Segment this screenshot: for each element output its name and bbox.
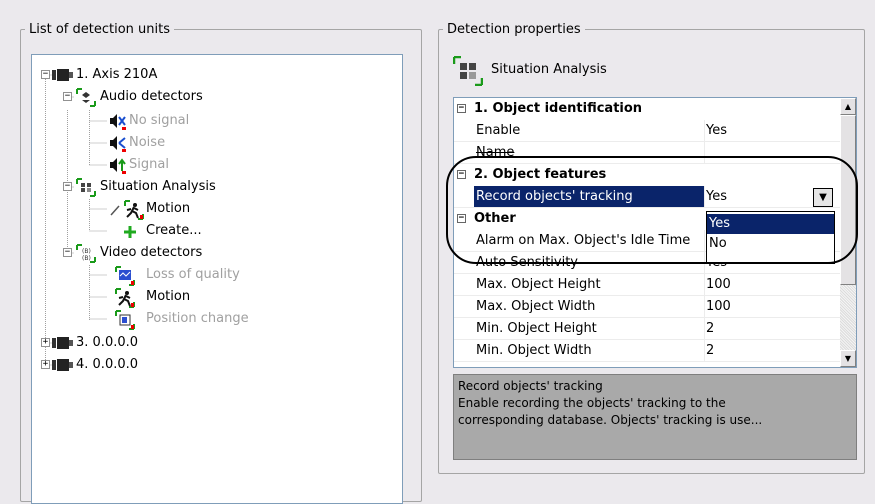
detection-properties-legend: Detection properties — [447, 22, 581, 37]
property-value[interactable]: Yes — [706, 120, 727, 141]
camera-icon — [52, 337, 73, 349]
collapse-icon[interactable]: − — [457, 104, 466, 113]
property-row-max-height[interactable]: Max. Object Height 100 — [454, 274, 840, 296]
tree-label-no-signal: No signal — [129, 113, 190, 128]
dropdown-option-yes[interactable]: Yes — [707, 214, 834, 234]
value-dropdown-list[interactable]: Yes No — [706, 211, 835, 264]
svg-text:(B): (B) — [82, 255, 91, 262]
property-row-name[interactable]: Name — [454, 142, 840, 164]
category-object-features[interactable]: − 2. Object features — [454, 164, 840, 186]
camera-icon — [52, 359, 73, 371]
property-value[interactable]: 100 — [706, 296, 731, 317]
expand-icon[interactable]: + — [41, 360, 50, 369]
svg-text:(B): (B) — [82, 248, 91, 255]
position-change-icon — [115, 310, 135, 330]
speaker-mute-icon — [110, 114, 126, 130]
category-label: 1. Object identification — [474, 101, 643, 116]
speaker-noise-icon — [110, 136, 126, 152]
description-line-2: corresponding database. Objects' trackin… — [458, 413, 763, 427]
tree-label-audio-detectors: Audio detectors — [100, 89, 203, 104]
category-object-identification[interactable]: − 1. Object identification — [454, 98, 840, 120]
tree-label-noise: Noise — [129, 135, 166, 150]
tree-label-position-change: Position change — [146, 311, 249, 326]
tree-node-axis[interactable]: − 1. Axis 210A — [32, 64, 392, 86]
description-line-1: Enable recording the objects' tracking t… — [458, 396, 726, 410]
property-value[interactable]: 2 — [706, 340, 714, 361]
tree-node-signal[interactable]: Signal — [32, 154, 392, 176]
tree-label-create: Create... — [146, 223, 202, 238]
loss-of-quality-icon — [115, 266, 135, 286]
tree-label-axis: 1. Axis 210A — [76, 67, 158, 82]
tree-label-situation-analysis: Situation Analysis — [100, 179, 216, 194]
property-name: Min. Object Height — [476, 321, 597, 336]
property-description-panel: Record objects' tracking Enable recordin… — [453, 374, 857, 460]
expand-icon[interactable]: + — [41, 338, 50, 347]
motion-runner-icon — [115, 288, 135, 308]
tree-node-video-detectors[interactable]: − (B) (B) Video detectors — [32, 242, 392, 264]
collapse-icon[interactable]: − — [41, 70, 50, 79]
video-detector-icon: (B) (B) — [76, 244, 96, 263]
audio-detector-icon — [76, 88, 96, 107]
tree-label-loss-of-quality: Loss of quality — [146, 267, 240, 282]
property-row-enable[interactable]: Enable Yes — [454, 120, 840, 142]
tree-node-audio-detectors[interactable]: − Audio detectors — [32, 86, 392, 108]
category-label: Other — [474, 211, 516, 226]
situation-analysis-icon — [76, 178, 96, 197]
camera-icon — [52, 69, 73, 81]
property-name: Min. Object Width — [476, 343, 592, 358]
detection-units-tree[interactable]: − 1. Axis 210A − Audio detectors No sign… — [31, 54, 403, 504]
detection-units-legend: List of detection units — [29, 22, 171, 37]
collapse-icon[interactable]: − — [457, 214, 466, 223]
property-value[interactable]: Yes — [706, 186, 727, 207]
property-row-record-tracking[interactable]: Record objects' tracking Yes — [454, 186, 840, 208]
dropdown-option-no[interactable]: No — [707, 234, 834, 254]
property-grid-scrollbar[interactable]: ▲ ▼ — [840, 98, 856, 367]
tree-node-position-change[interactable]: Position change — [32, 308, 392, 330]
tree-node-no-signal[interactable]: No signal — [32, 110, 392, 132]
description-title: Record objects' tracking — [458, 379, 603, 393]
value-dropdown-button[interactable]: ▼ — [813, 188, 833, 207]
tree-label-signal: Signal — [129, 157, 169, 172]
situation-analysis-icon — [453, 56, 483, 86]
collapse-icon[interactable]: − — [63, 248, 72, 257]
tree-label-video-detectors: Video detectors — [100, 245, 203, 260]
tree-label-situation-motion: Motion — [146, 201, 191, 216]
scroll-track[interactable] — [840, 285, 856, 350]
tree-node-create[interactable]: Create... — [32, 220, 392, 242]
tree-node-situation-motion[interactable]: Motion — [32, 198, 392, 220]
tree-node-device-3[interactable]: + 3. 0.0.0.0 — [32, 332, 392, 354]
category-label: 2. Object features — [474, 167, 607, 182]
property-name: Record objects' tracking — [474, 186, 704, 207]
properties-header-title: Situation Analysis — [491, 62, 607, 77]
property-value[interactable]: 2 — [706, 318, 714, 339]
tree-node-noise[interactable]: Noise — [32, 132, 392, 154]
property-name: Enable — [476, 123, 521, 138]
motion-runner-icon — [110, 200, 144, 220]
tree-node-loss-of-quality[interactable]: Loss of quality — [32, 264, 392, 286]
collapse-icon[interactable]: − — [63, 92, 72, 101]
property-row-max-width[interactable]: Max. Object Width 100 — [454, 296, 840, 318]
property-name: Name — [476, 145, 515, 160]
tree-node-situation-analysis[interactable]: − Situation Analysis — [32, 176, 392, 198]
property-name: Alarm on Max. Object's Idle Time — [476, 233, 691, 248]
property-name: Auto Sensitivity — [476, 255, 578, 270]
property-row-min-width[interactable]: Min. Object Width 2 — [454, 340, 840, 362]
property-value[interactable]: 100 — [706, 274, 731, 295]
property-name: Max. Object Height — [476, 277, 601, 292]
collapse-icon[interactable]: − — [63, 182, 72, 191]
tree-label-video-motion: Motion — [146, 289, 191, 304]
tree-label-device-3: 3. 0.0.0.0 — [76, 335, 139, 350]
property-name: Max. Object Width — [476, 299, 596, 314]
green-plus-icon — [124, 226, 136, 238]
tree-node-device-4[interactable]: + 4. 0.0.0.0 — [32, 354, 392, 376]
scroll-up-button[interactable]: ▲ — [840, 98, 856, 115]
tree-label-device-4: 4. 0.0.0.0 — [76, 357, 139, 372]
scroll-down-button[interactable]: ▼ — [840, 350, 856, 367]
scroll-thumb[interactable] — [840, 115, 856, 285]
collapse-icon[interactable]: − — [457, 170, 466, 179]
tree-node-video-motion[interactable]: Motion — [32, 286, 392, 308]
speaker-signal-icon — [110, 158, 126, 174]
property-row-min-height[interactable]: Min. Object Height 2 — [454, 318, 840, 340]
